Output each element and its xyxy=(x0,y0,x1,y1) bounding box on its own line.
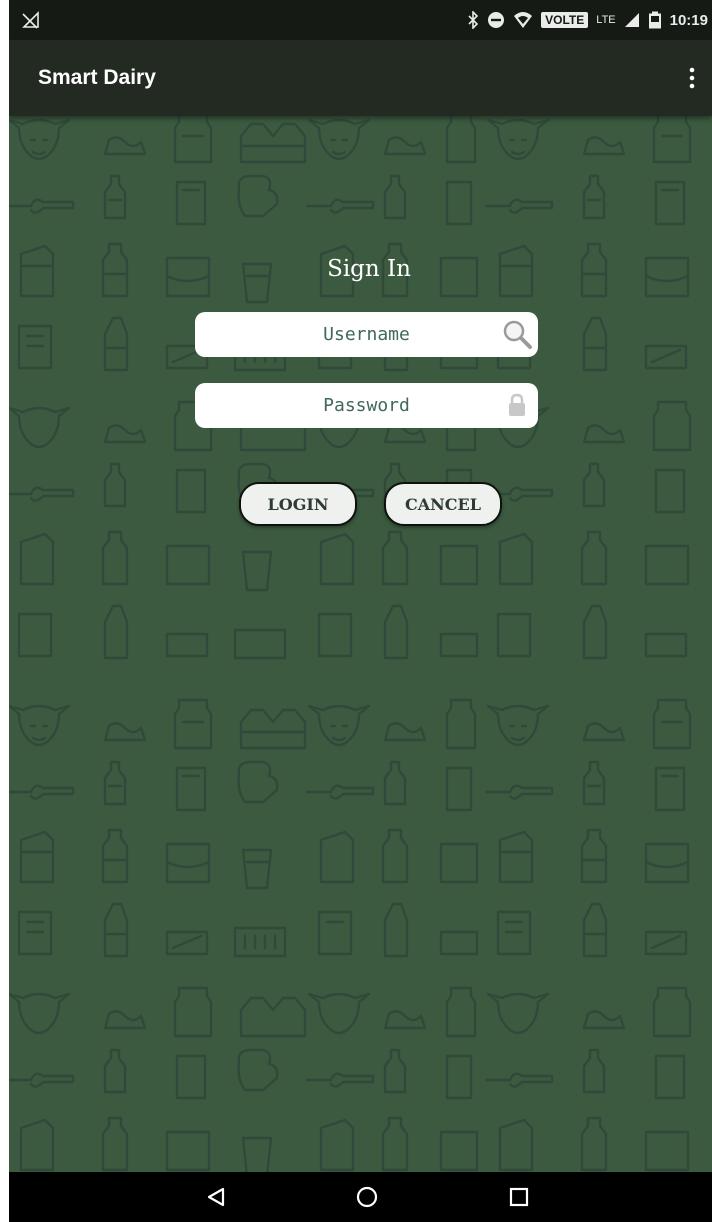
network-type-label: LTE xyxy=(596,14,616,26)
password-input[interactable] xyxy=(195,383,538,428)
device-screen: VOLTE LTE 10:19 Smart Dairy Sign In User… xyxy=(9,0,712,1222)
battery-icon xyxy=(648,11,661,29)
recents-icon[interactable] xyxy=(502,1180,536,1214)
home-icon[interactable] xyxy=(350,1180,384,1214)
back-icon[interactable] xyxy=(199,1180,233,1214)
status-bar: VOLTE LTE 10:19 xyxy=(9,0,712,40)
clock: 10:19 xyxy=(669,11,708,29)
wifi-icon xyxy=(514,12,533,28)
do-not-disturb-icon xyxy=(488,12,505,28)
username-input[interactable] xyxy=(195,312,538,357)
bluetooth-icon xyxy=(468,11,479,29)
password-field[interactable] xyxy=(195,383,538,428)
cancel-button[interactable]: CANCEL xyxy=(384,482,502,526)
app-bar: Smart Dairy xyxy=(9,40,712,116)
more-vert-icon[interactable] xyxy=(672,48,712,108)
username-field[interactable] xyxy=(195,312,538,357)
status-left xyxy=(9,10,41,30)
navigation-bar xyxy=(9,1172,712,1222)
signal-off-icon xyxy=(22,11,39,29)
volte-badge: VOLTE xyxy=(541,12,589,28)
lock-icon xyxy=(509,393,525,416)
status-right: VOLTE LTE 10:19 xyxy=(467,11,712,29)
app-title: Smart Dairy xyxy=(38,66,156,89)
login-button[interactable]: LOGIN xyxy=(239,482,357,526)
sign-in-title: Sign In xyxy=(327,256,411,282)
cell-signal-icon xyxy=(624,13,639,27)
search-icon xyxy=(503,320,532,349)
login-panel: Sign In LOGIN CANCEL xyxy=(9,116,712,1172)
